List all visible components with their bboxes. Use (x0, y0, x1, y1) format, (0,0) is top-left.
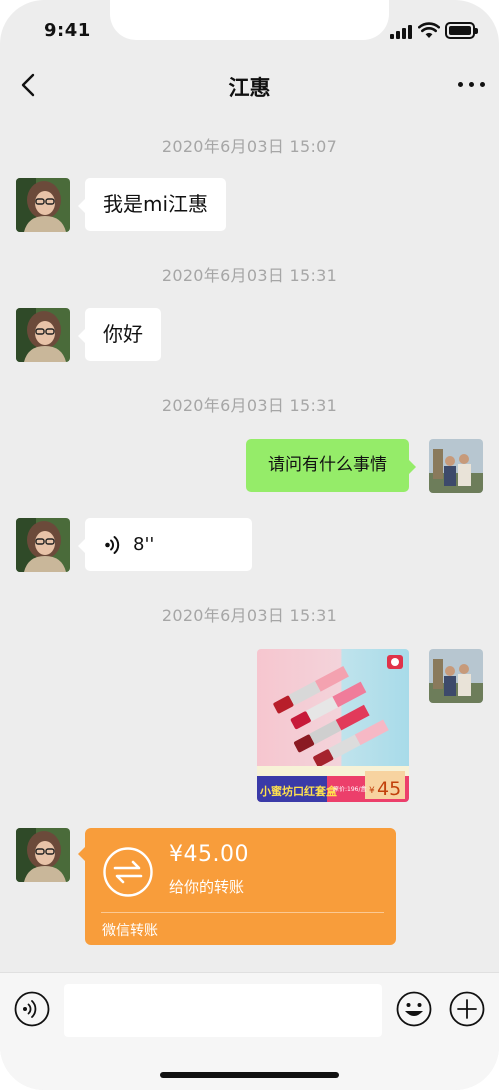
transfer-description: 给你的转账 (169, 878, 245, 896)
battery-icon (445, 22, 478, 39)
product-title: 小蜜坊口红套盒 (259, 784, 338, 798)
signal-icon (390, 25, 412, 39)
avatar-image (16, 308, 70, 362)
message-bubble-outgoing[interactable]: 请问有什么事情 (246, 439, 416, 492)
voice-icon (105, 536, 120, 554)
wifi-icon (418, 22, 440, 38)
avatar-contact[interactable] (16, 828, 70, 882)
page-title: 江惠 (228, 76, 271, 100)
product-price-symbol: ¥ (369, 786, 375, 796)
product-original-price: 原价:196/盒 (333, 785, 367, 793)
nav-bar: 江惠 (0, 62, 499, 110)
avatar-image (16, 828, 70, 882)
timestamp: 2020年6月03日 15:31 (161, 396, 338, 415)
message-input[interactable] (64, 984, 382, 1037)
chat-screen: 9:41 江惠 2020年6月03日 15:07 我是mi江惠 2020年6月0… (0, 0, 499, 1090)
timestamp: 2020年6月03日 15:31 (161, 606, 338, 625)
product-image: 小蜜坊口红套盒 原价:196/盒 ¥ 45 (257, 649, 409, 802)
avatar-contact[interactable] (16, 178, 70, 232)
status-bar: 9:41 (0, 0, 499, 62)
divider (101, 912, 384, 913)
more-icon[interactable] (458, 82, 486, 90)
avatar-image (429, 439, 483, 493)
image-message[interactable]: 小蜜坊口红套盒 原价:196/盒 ¥ 45 (257, 649, 409, 802)
transfer-amount: ¥45.00 (169, 842, 249, 867)
avatar-contact[interactable] (16, 308, 70, 362)
avatar-self[interactable] (429, 439, 483, 493)
voice-input-icon[interactable] (14, 991, 50, 1027)
home-indicator[interactable] (160, 1072, 339, 1078)
message-bubble-incoming[interactable]: 我是mi江惠 (77, 178, 227, 231)
status-time: 9:41 (44, 20, 91, 41)
transfer-footer: 微信转账 (102, 923, 158, 939)
input-bar (0, 972, 499, 1090)
message-bubble-incoming[interactable]: 你好 (78, 308, 161, 361)
voice-duration: 8'' (133, 534, 155, 555)
voice-message-bubble[interactable]: 8'' (78, 518, 252, 571)
plus-icon[interactable] (449, 991, 485, 1027)
timestamp: 2020年6月03日 15:07 (161, 137, 338, 156)
avatar-image (16, 518, 70, 572)
transfer-card[interactable]: ¥45.00 给你的转账 微信转账 (78, 828, 396, 945)
timestamp: 2020年6月03日 15:31 (161, 266, 338, 285)
notch (110, 0, 389, 40)
product-price: 45 (377, 778, 401, 800)
avatar-image (16, 178, 70, 232)
avatar-contact[interactable] (16, 518, 70, 572)
emoji-icon[interactable] (396, 991, 432, 1027)
transfer-icon (103, 847, 153, 897)
avatar-self[interactable] (429, 649, 483, 703)
avatar-image (429, 649, 483, 703)
